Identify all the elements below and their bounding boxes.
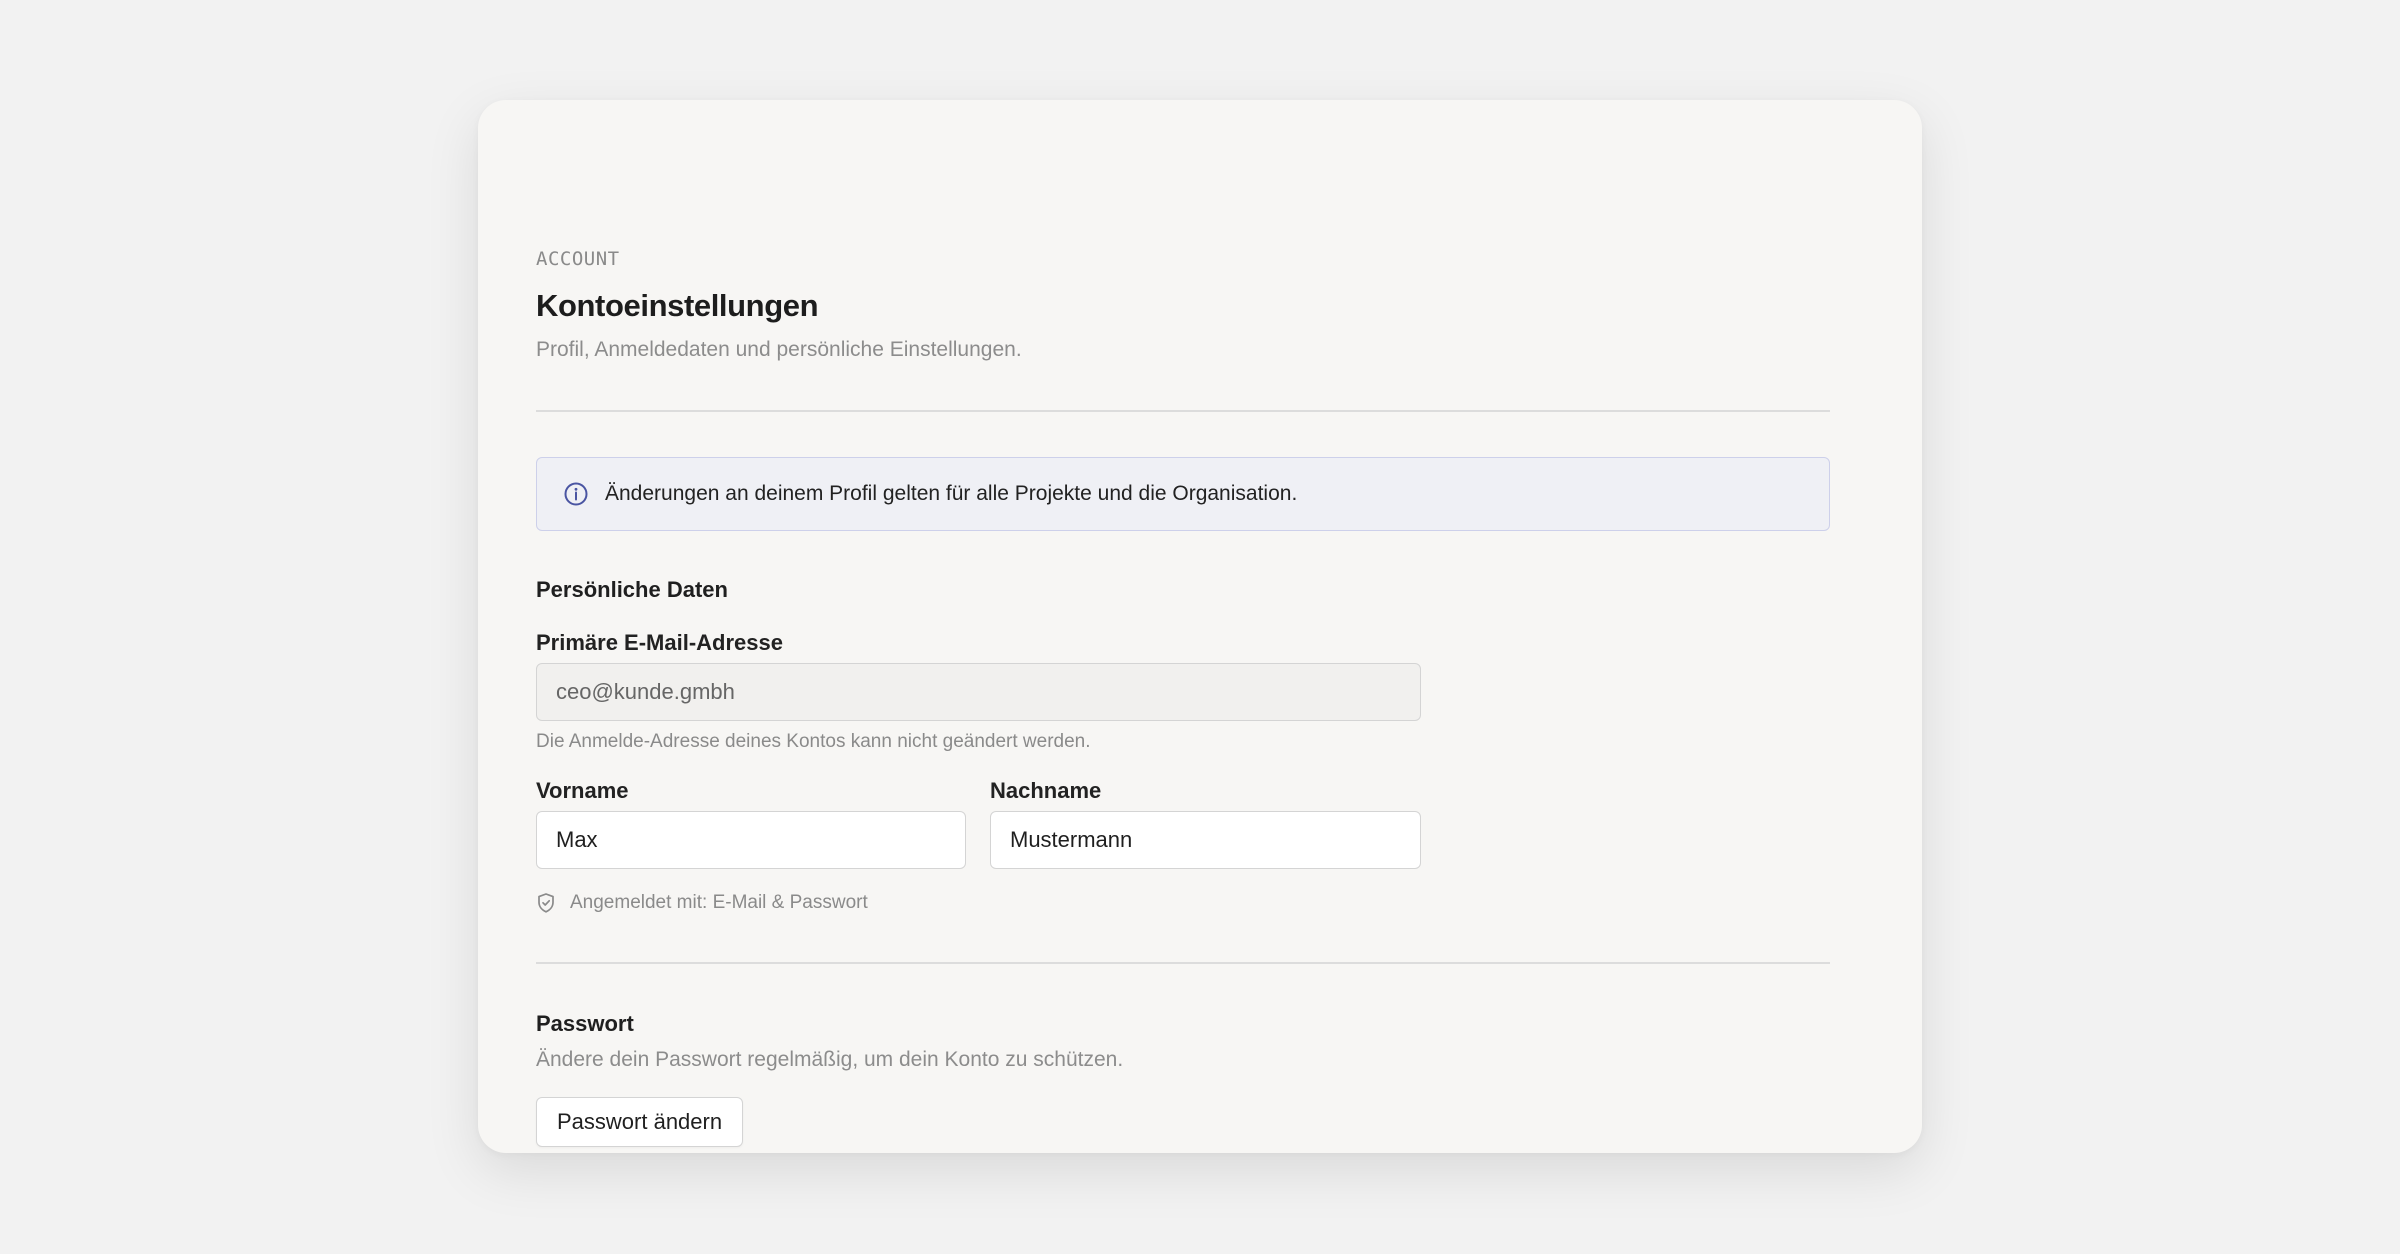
- first-name-field[interactable]: [536, 811, 966, 869]
- section-eyebrow: ACCOUNT: [536, 248, 620, 270]
- account-settings-card: ACCOUNT Kontoeinstellungen Profil, Anmel…: [478, 100, 1922, 1153]
- email-hint: Die Anmelde-Adresse deines Kontos kann n…: [536, 731, 1091, 752]
- page-title: Kontoeinstellungen: [536, 288, 819, 323]
- login-method: Angemeldet mit: E-Mail & Passwort: [536, 892, 868, 914]
- divider: [536, 410, 1830, 412]
- login-method-text: Angemeldet mit: E-Mail & Passwort: [570, 892, 868, 913]
- page-subtitle: Profil, Anmeldedaten und persönliche Ein…: [536, 338, 1022, 361]
- info-banner-text: Änderungen an deinem Profil gelten für a…: [605, 482, 1298, 505]
- change-password-button[interactable]: Passwort ändern: [536, 1097, 744, 1147]
- last-name-label: Nachname: [990, 778, 1102, 803]
- email-label: Primäre E-Mail-Adresse: [536, 630, 783, 655]
- info-banner: Änderungen an deinem Profil gelten für a…: [536, 457, 1830, 531]
- email-field[interactable]: [536, 663, 1421, 721]
- password-heading: Passwort: [536, 1011, 634, 1036]
- first-name-label: Vorname: [536, 778, 629, 803]
- personal-data-heading: Persönliche Daten: [536, 577, 728, 602]
- last-name-field[interactable]: [990, 811, 1421, 869]
- divider: [536, 962, 1830, 964]
- password-description: Ändere dein Passwort regelmäßig, um dein…: [536, 1048, 1124, 1071]
- info-icon: [563, 481, 589, 507]
- shield-check-icon: [536, 892, 556, 914]
